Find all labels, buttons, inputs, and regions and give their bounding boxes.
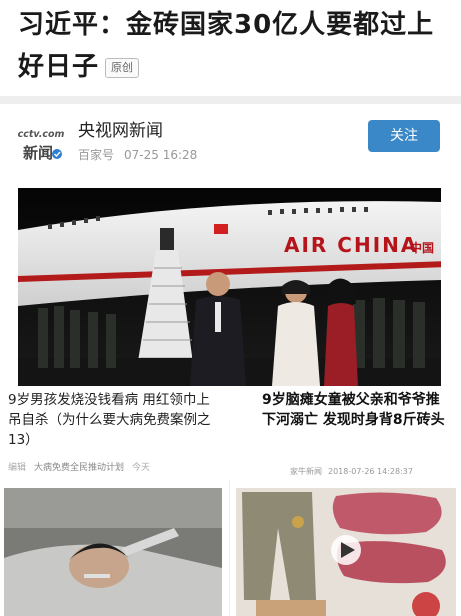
airplane-arrival-photo: AIR CHINA 中国 bbox=[18, 188, 441, 386]
related-article-1-meta: 编辑 大病免费全民推动计划 今天 bbox=[8, 460, 158, 473]
author-meta: 百家号 07-25 16:28 bbox=[78, 146, 207, 163]
section-divider bbox=[0, 96, 461, 104]
logo-text-top: cctv.com bbox=[18, 129, 64, 140]
cctv-news-logo-icon[interactable]: cctv.com 新闻 bbox=[18, 120, 64, 166]
meta-editor: 编辑 bbox=[8, 463, 27, 473]
meta-time: 2018-07-26 14:28:37 bbox=[328, 467, 413, 476]
clothes-shoes-photo bbox=[236, 488, 456, 616]
related-article-2-title[interactable]: 9岁脑瘫女童被父亲和爷爷推下河溺亡 发现时身背8斤砖头 bbox=[262, 390, 452, 430]
follow-button[interactable]: 关注 bbox=[368, 120, 440, 152]
related-article-2-meta: 家牛新闻 2018-07-26 14:28:37 bbox=[290, 466, 419, 477]
publish-date: 07-25 16:28 bbox=[124, 148, 198, 162]
article-title: 习近平：金砖国家30亿人要都过上好日子 原创 bbox=[18, 4, 448, 88]
related-article-1-title[interactable]: 9岁男孩发烧没钱看病 用红领巾上吊自杀（为什么要大病免费案例之13） bbox=[8, 390, 223, 450]
related-article-1-thumbnail[interactable] bbox=[4, 488, 222, 616]
meta-source: 大病免费全民推动计划 bbox=[34, 463, 125, 473]
plane-airline-text-cn: 中国 bbox=[410, 240, 434, 255]
column-divider bbox=[229, 480, 230, 616]
author-bar: cctv.com 新闻 央视网新闻 百家号 07-25 16:28 关注 bbox=[0, 104, 461, 182]
meta-time: 今天 bbox=[132, 463, 151, 473]
boy-photo bbox=[4, 488, 222, 616]
logo-text-bottom: 新闻 bbox=[23, 144, 53, 162]
author-name[interactable]: 央视网新闻 bbox=[78, 116, 163, 141]
plane-airline-text: AIR CHINA bbox=[284, 233, 418, 257]
article-title-text: 习近平：金砖国家30亿人要都过上好日子 bbox=[18, 10, 435, 82]
meta-source: 家牛新闻 bbox=[290, 467, 322, 476]
hero-image[interactable]: AIR CHINA 中国 bbox=[18, 188, 441, 386]
original-badge: 原创 bbox=[105, 57, 140, 78]
related-article-2-thumbnail[interactable] bbox=[236, 488, 456, 616]
author-platform: 百家号 bbox=[78, 148, 115, 162]
